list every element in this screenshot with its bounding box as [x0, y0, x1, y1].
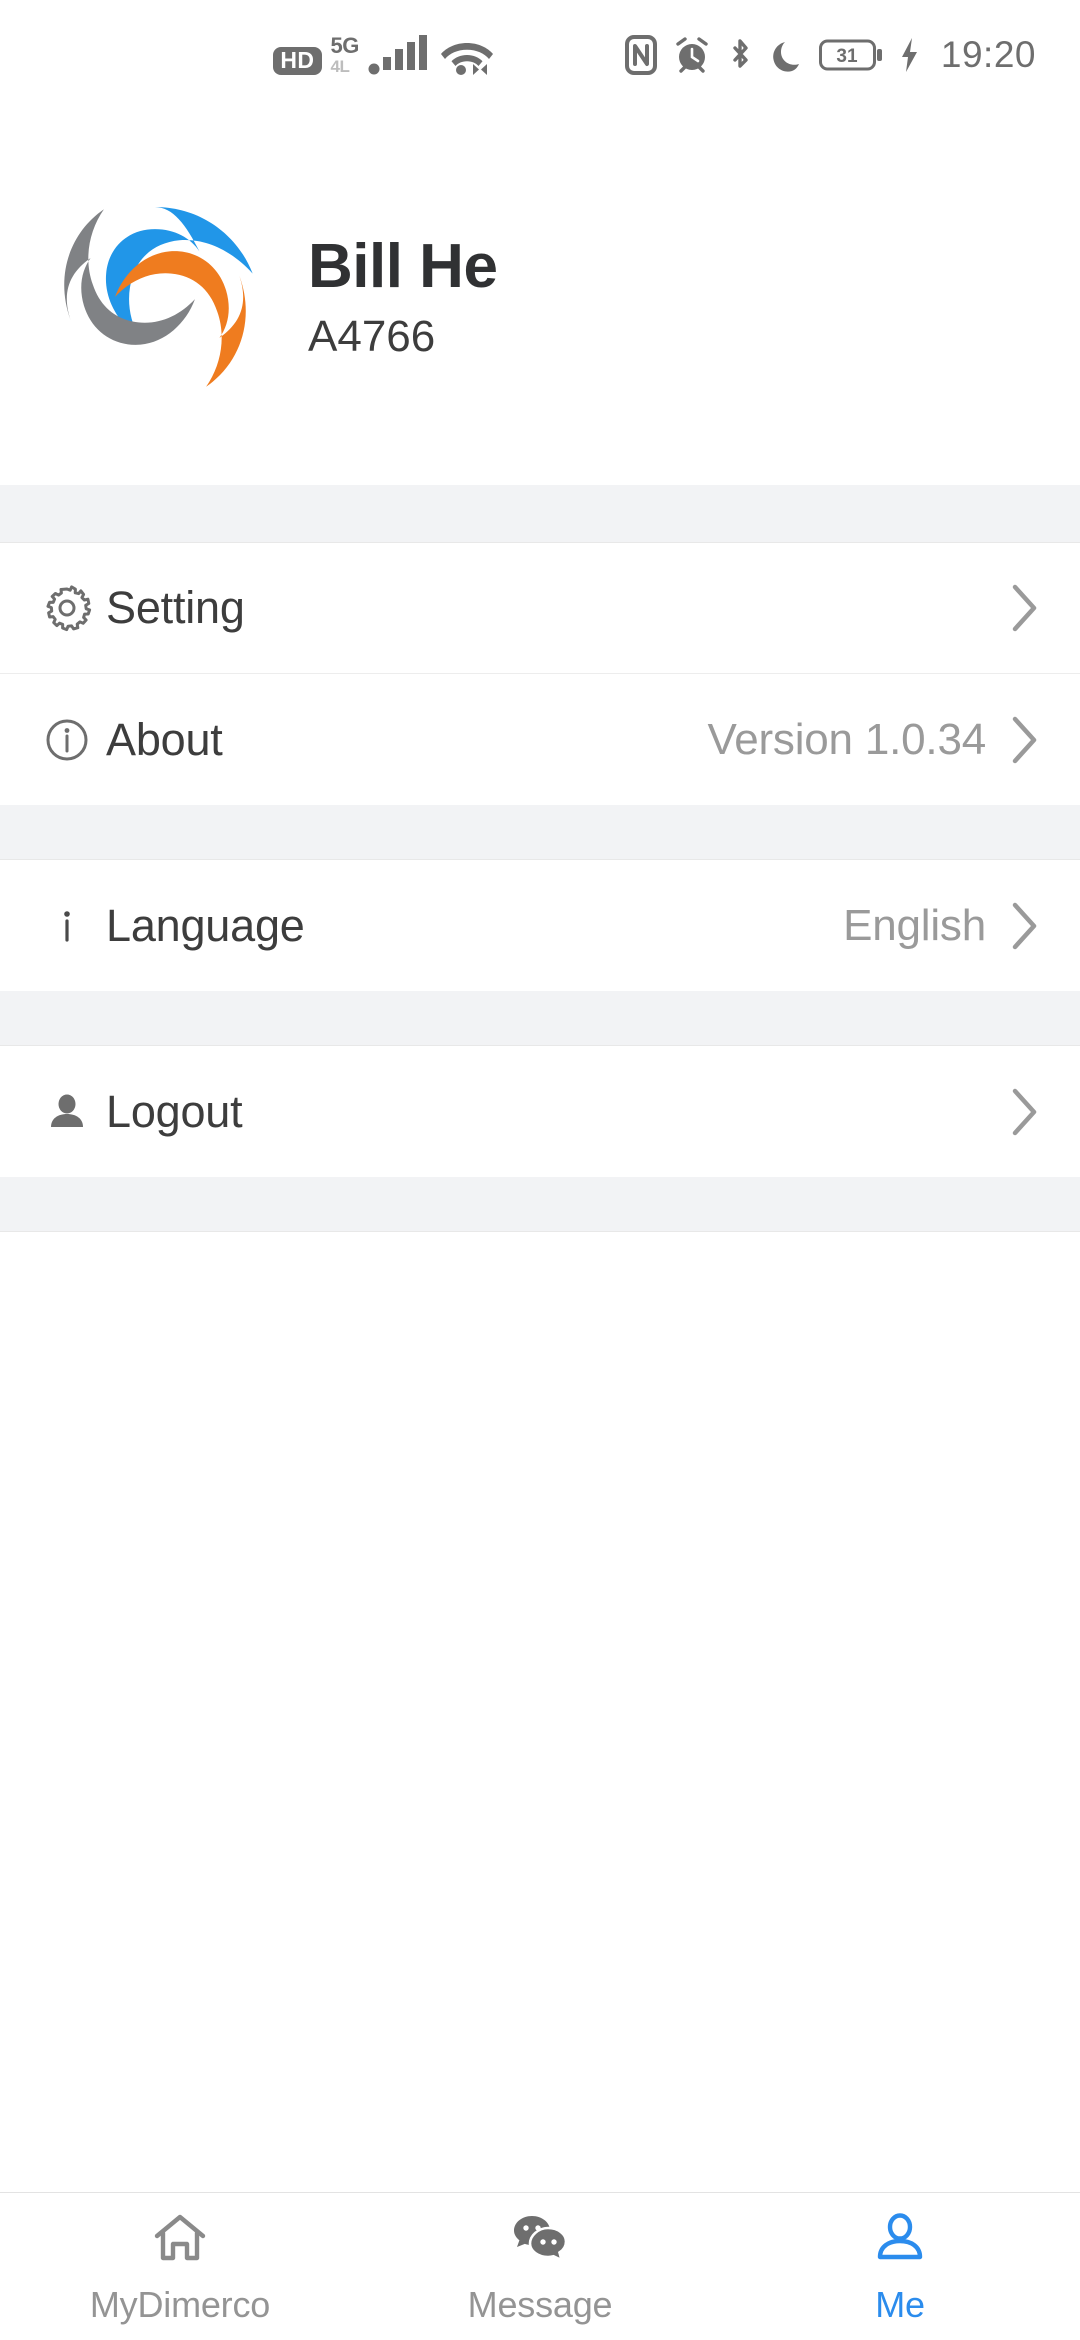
status-bar-system-group: 31 19:20: [624, 34, 1036, 76]
tab-mydimerco[interactable]: MyDimerco: [0, 2193, 360, 2340]
person-icon: [38, 1087, 96, 1137]
section-spacer-logout: [0, 991, 1080, 1046]
chevron-right-icon: [1008, 900, 1042, 952]
info-i-icon: [38, 901, 96, 951]
home-icon: [151, 2208, 209, 2270]
battery-icon: 31: [818, 38, 883, 72]
menu-item-label: About: [106, 713, 223, 765]
tab-label: Me: [875, 2283, 925, 2325]
network-type-label: 5G: [330, 33, 360, 58]
menu-item-value: English: [843, 900, 986, 950]
gear-icon: [38, 583, 96, 633]
tab-label: MyDimerco: [89, 2283, 271, 2325]
menu-item-label: Logout: [106, 1085, 243, 1137]
section-spacer-top: [0, 485, 1080, 543]
network-data-arrows-icon: 4L: [330, 57, 350, 76]
menu-item-logout[interactable]: Logout: [0, 1046, 1080, 1177]
menu-item-label: Language: [106, 899, 305, 951]
tab-label: Message: [467, 2283, 613, 2325]
section-spacer-language: [0, 805, 1080, 860]
chevron-right-icon: [1008, 714, 1042, 766]
chat-bubbles-icon: [511, 2208, 569, 2270]
bluetooth-icon: [727, 35, 753, 75]
person-outline-icon: [871, 2208, 929, 2270]
section-spacer-bottom: [0, 1177, 1080, 1232]
app-screen: HD 5G 4L 31 19:20 Bill He A4766 Setting …: [0, 0, 1080, 2340]
info-circle-icon: [38, 715, 96, 765]
menu-item-about[interactable]: About Version 1.0.34: [0, 674, 1080, 805]
menu-item-value: Version 1.0.34: [707, 714, 986, 764]
hd-badge-icon: HD: [273, 47, 322, 75]
user-code: A4766: [308, 312, 436, 362]
content-empty-area: [0, 1232, 1080, 2192]
menu-item-language[interactable]: Language English: [0, 860, 1080, 991]
charging-bolt-icon: [899, 36, 921, 74]
status-bar-connectivity-group: HD 5G 4L: [273, 35, 495, 75]
bottom-navigation-bar: MyDimerco Message Me: [0, 2192, 1080, 2340]
mobile-network-indicator: 5G 4L: [330, 33, 360, 76]
menu-item-setting[interactable]: Setting: [0, 543, 1080, 674]
chevron-right-icon: [1008, 582, 1042, 634]
tab-message[interactable]: Message: [360, 2193, 720, 2340]
signal-bars-icon: [368, 35, 430, 75]
status-bar: HD 5G 4L 31 19:20: [0, 0, 1080, 110]
alarm-icon: [673, 35, 711, 75]
user-name: Bill He: [308, 232, 498, 302]
nfc-icon: [624, 35, 657, 75]
chevron-right-icon: [1008, 1086, 1042, 1138]
tab-me[interactable]: Me: [720, 2193, 1080, 2340]
status-bar-clock: 19:20: [940, 34, 1036, 75]
profile-header[interactable]: Bill He A4766: [0, 110, 1080, 485]
dimerco-swirl-logo: [44, 187, 266, 409]
menu-item-label: Setting: [106, 582, 245, 633]
do-not-disturb-moon-icon: [769, 35, 803, 75]
wifi-icon: [439, 35, 495, 75]
profile-text-block: Bill He A4766: [308, 232, 498, 362]
svg-text:31: 31: [836, 46, 858, 67]
